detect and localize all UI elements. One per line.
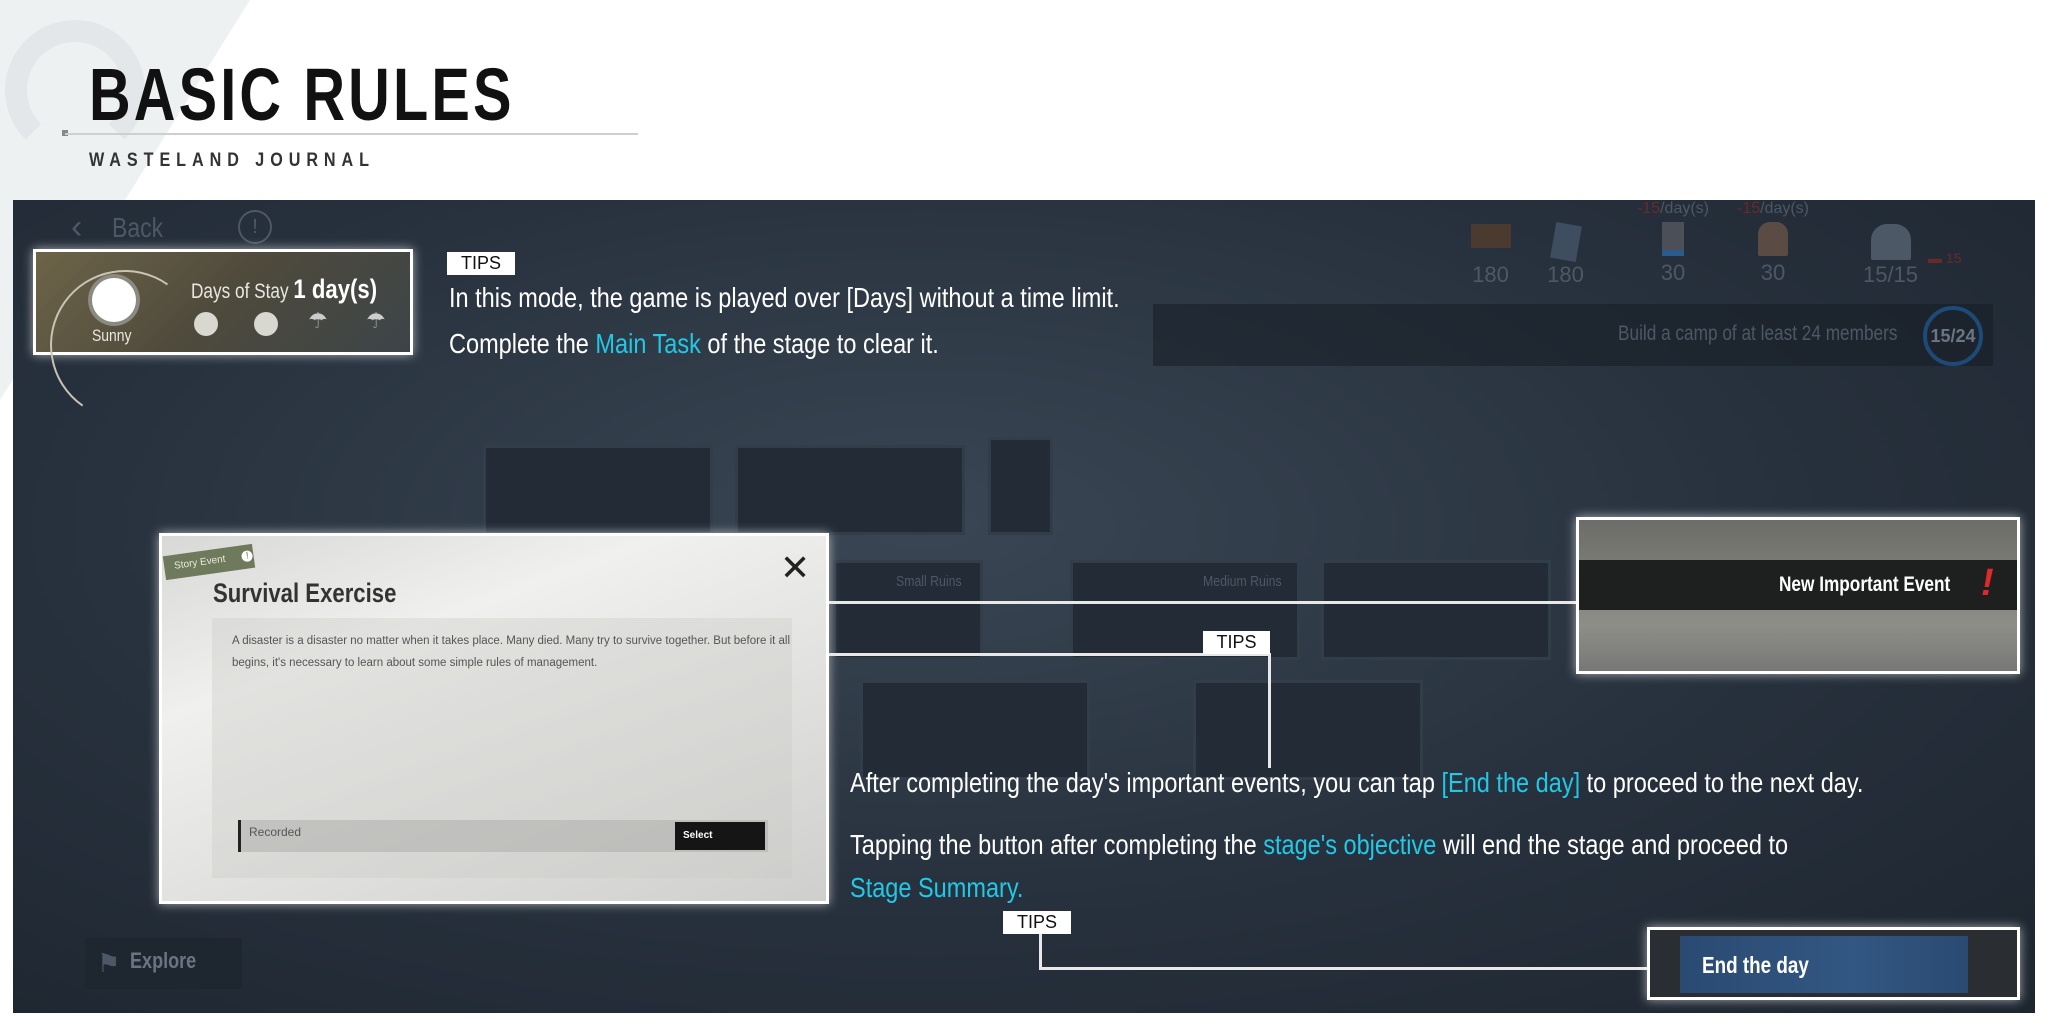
close-icon[interactable]: ✕	[780, 550, 810, 586]
map-tile	[1321, 560, 1551, 660]
tip1-line2: Complete the Main Task of the stage to c…	[449, 328, 939, 359]
page-subtitle: WASTELAND JOURNAL	[89, 150, 375, 171]
resource-steel: 180	[1528, 222, 1603, 288]
tip2-paragraph2: Tapping the button after completing the …	[850, 829, 1789, 860]
resource-medicine: -15/day(s) 30	[1636, 200, 1710, 285]
dialog-body: A disaster is a disaster no matter when …	[232, 635, 791, 669]
tips-label: TIPS	[1003, 911, 1071, 934]
bed-count: ▬ 15	[1928, 250, 1962, 266]
map-tile	[860, 680, 1090, 780]
map-tile-small-ruins[interactable]: Small Ruins	[833, 560, 983, 660]
forecast-rain-icon: ☂	[308, 308, 328, 333]
alert-icon: !	[241, 549, 254, 563]
connector-line	[1039, 967, 1647, 970]
explore-button[interactable]: ⚑ Explore	[85, 938, 242, 989]
exclamation-icon: !	[1981, 562, 1994, 604]
resource-wood: 180	[1453, 224, 1528, 288]
steel-icon	[1549, 222, 1582, 262]
map-tile	[1193, 680, 1423, 780]
wood-icon	[1470, 224, 1511, 248]
story-event-tag: Story Event !	[162, 543, 256, 581]
tip1-line1: In this mode, the game is played over [D…	[449, 282, 1120, 313]
connector-line	[1268, 653, 1271, 768]
bread-icon	[1758, 222, 1788, 256]
end-the-day-button[interactable]: End the day	[1680, 936, 1968, 993]
dialog-title: Survival Exercise	[213, 578, 397, 608]
days-of-stay: Days of Stay 1 day(s)	[191, 274, 378, 304]
forecast-sunny-icon	[254, 312, 278, 336]
select-button[interactable]: Select	[675, 822, 765, 850]
forecast-rain-icon: ☂	[366, 308, 386, 333]
sun-icon	[92, 278, 136, 322]
end-day-panel: End the day	[1647, 927, 2020, 1000]
medicine-icon	[1662, 222, 1684, 256]
info-icon[interactable]: !	[238, 210, 272, 244]
new-important-event-banner[interactable]: New Important Event !	[1579, 560, 2017, 610]
objective-progress-ring: 15/24	[1923, 306, 1983, 366]
flag-icon: ⚑	[97, 948, 121, 978]
story-event-dialog: Story Event ! ✕ Survival Exercise A disa…	[159, 533, 829, 904]
resource-bread: -15/day(s) 30	[1736, 200, 1810, 285]
forecast-sunny-icon	[194, 312, 218, 336]
weather-panel: Sunny Days of Stay 1 day(s) ☂ ☂	[33, 249, 413, 432]
tips-label: TIPS	[447, 252, 515, 275]
connector-line	[829, 601, 1576, 604]
page-title: BASIC RULES	[89, 53, 515, 136]
resource-bar: 180 180 -15/day(s) 30 -15/day(s) 30 15/1…	[1453, 200, 1973, 310]
tips-label: TIPS	[1203, 631, 1270, 654]
chevron-left-icon: ‹	[71, 208, 83, 246]
new-event-panel: New Important Event !	[1576, 517, 2020, 674]
map-tile	[735, 445, 965, 535]
back-button[interactable]: ‹ Back	[71, 208, 175, 247]
map-tile	[483, 445, 713, 535]
connector-line	[1039, 934, 1042, 970]
objective-bar[interactable]: Build a camp of at least 24 members 15/2…	[1153, 304, 1993, 366]
tip2-paragraph1: After completing the day's important eve…	[850, 767, 1864, 798]
tip2-stage-summary: Stage Summary.	[850, 872, 1024, 903]
members-icon	[1870, 224, 1911, 260]
resource-members: 15/15	[1848, 224, 1933, 288]
title-divider	[65, 133, 638, 135]
map-tile	[988, 437, 1053, 535]
